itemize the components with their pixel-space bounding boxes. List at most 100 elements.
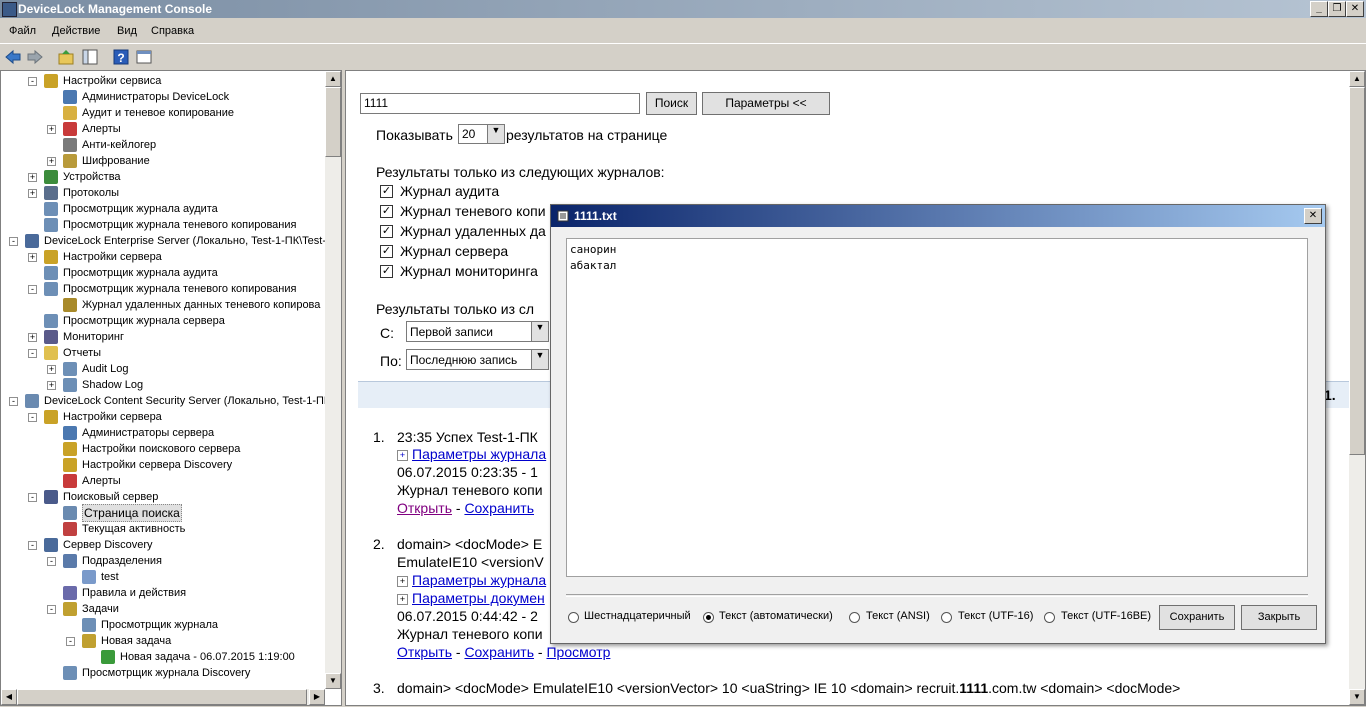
collapse-minus-icon[interactable]: - xyxy=(9,237,18,246)
expand-plus-icon[interactable]: + xyxy=(28,333,37,342)
collapse-minus-icon[interactable]: - xyxy=(28,77,37,86)
minimize-button[interactable]: _ xyxy=(1310,1,1328,17)
result-2-log-params[interactable]: + Параметры журнала xyxy=(397,572,546,588)
tree-item[interactable]: Просмотрщик журнала аудита xyxy=(1,201,326,217)
dialog-save-button[interactable]: Сохранить xyxy=(1159,605,1235,630)
search-button[interactable]: Поиск xyxy=(646,92,697,115)
page-scroll-up-button[interactable]: ▲ xyxy=(1349,71,1365,87)
to-select[interactable]: Последнюю запись ▼ xyxy=(406,349,549,370)
result-2-doc-params-link[interactable]: Параметры докумен xyxy=(412,590,545,606)
tree-scroll-down-button[interactable]: ▼ xyxy=(325,673,341,689)
expand-plus-icon[interactable]: + xyxy=(47,125,56,134)
tree-item[interactable]: - Настройки сервера xyxy=(1,409,326,425)
from-select[interactable]: Первой записи ▼ xyxy=(406,321,549,342)
expand-plus-icon[interactable]: + xyxy=(47,365,56,374)
tree-item[interactable]: - Настройки сервиса xyxy=(1,73,326,89)
tree-scroll-left-button[interactable]: ◀ xyxy=(1,689,17,705)
result-2-view-link[interactable]: Просмотр xyxy=(546,644,610,660)
monitoring-log-checkbox[interactable]: ✓ xyxy=(380,265,393,278)
show-tree-icon[interactable] xyxy=(81,48,99,66)
tree-item[interactable]: Просмотрщик журнала теневого копирования xyxy=(1,217,326,233)
tree-item[interactable]: Администраторы DeviceLock xyxy=(1,89,326,105)
results-per-page-select[interactable]: 20 ▼ xyxy=(458,124,505,144)
tree-vertical-scrollbar[interactable]: ▲ ▼ xyxy=(325,71,341,689)
tree-item[interactable]: - Сервер Discovery xyxy=(1,537,326,553)
deleted-shadow-log-checkbox[interactable]: ✓ xyxy=(380,225,393,238)
tree-item[interactable]: + Устройства xyxy=(1,169,326,185)
collapse-minus-icon[interactable]: - xyxy=(47,605,56,614)
collapse-minus-icon[interactable]: - xyxy=(28,493,37,502)
tree-item[interactable]: + Shadow Log xyxy=(1,377,326,393)
tree-item[interactable]: Администраторы сервера xyxy=(1,425,326,441)
tree-item[interactable]: - DeviceLock Enterprise Server (Локально,… xyxy=(1,233,326,249)
tree-item[interactable]: test xyxy=(1,569,326,585)
result-1-save-link[interactable]: Сохранить xyxy=(464,500,534,516)
tree-item[interactable]: Страница поиска xyxy=(1,504,326,522)
audit-log-checkbox[interactable]: ✓ xyxy=(380,185,393,198)
expand-plus-icon[interactable]: + xyxy=(28,189,37,198)
result-1-log-params[interactable]: + Параметры журнала xyxy=(397,446,546,462)
restore-button[interactable]: ❐ xyxy=(1328,1,1346,17)
result-2-save-link[interactable]: Сохранить xyxy=(464,644,534,660)
tree-item[interactable]: Просмотрщик журнала сервера xyxy=(1,313,326,329)
expand-plus-icon[interactable]: + xyxy=(47,381,56,390)
collapse-minus-icon[interactable]: - xyxy=(47,557,56,566)
search-query-input[interactable]: 1111 xyxy=(360,93,640,114)
tree-item[interactable]: + Мониторинг xyxy=(1,329,326,345)
shadow-log-checkbox[interactable]: ✓ xyxy=(380,205,393,218)
tree-item[interactable]: Настройки сервера Discovery xyxy=(1,457,326,473)
result-1-log-params-link[interactable]: Параметры журнала xyxy=(412,446,546,462)
collapse-minus-icon[interactable]: - xyxy=(9,397,18,406)
menu-view[interactable]: Вид xyxy=(117,25,137,37)
radio-text-utf16[interactable] xyxy=(941,612,952,623)
collapse-minus-icon[interactable]: - xyxy=(66,637,75,646)
parameters-toggle-button[interactable]: Параметры << xyxy=(702,92,830,115)
tree-horizontal-scrollbar[interactable]: ◀ ▶ xyxy=(1,689,325,705)
radio-text-utf16be[interactable] xyxy=(1044,612,1055,623)
help-icon[interactable]: ? xyxy=(112,48,130,66)
expand-plus-icon[interactable]: + xyxy=(28,253,37,262)
radio-hex[interactable] xyxy=(568,612,579,623)
tree-scroll-up-button[interactable]: ▲ xyxy=(325,71,341,87)
tree-item[interactable]: Журнал удаленных данных теневого копиров… xyxy=(1,297,326,313)
dialog-close-button[interactable]: ✕ xyxy=(1304,208,1322,224)
tree-item[interactable]: Новая задача - 06.07.2015 1:19:00 xyxy=(1,649,326,665)
expand-plus-icon[interactable]: + xyxy=(28,173,37,182)
tree-item[interactable]: + Алерты xyxy=(1,121,326,137)
tree-item[interactable]: - Новая задача xyxy=(1,633,326,649)
file-content-textarea[interactable]: санорин абактал xyxy=(566,238,1308,577)
server-log-checkbox[interactable]: ✓ xyxy=(380,245,393,258)
tree-item[interactable]: + Audit Log xyxy=(1,361,326,377)
properties-icon[interactable] xyxy=(135,48,153,66)
tree-item[interactable]: - Поисковый сервер xyxy=(1,489,326,505)
collapse-minus-icon[interactable]: - xyxy=(28,285,37,294)
result-1-open-link[interactable]: Открыть xyxy=(397,500,452,516)
tree-item[interactable]: Анти-кейлогер xyxy=(1,137,326,153)
tree-item[interactable]: + Шифрование xyxy=(1,153,326,169)
result-2-open-link[interactable]: Открыть xyxy=(397,644,452,660)
collapse-minus-icon[interactable]: - xyxy=(28,349,37,358)
tree-item[interactable]: Просмотрщик журнала xyxy=(1,617,326,633)
tree-item[interactable]: Настройки поискового сервера xyxy=(1,441,326,457)
tree-item[interactable]: + Протоколы xyxy=(1,185,326,201)
tree-item[interactable]: Просмотрщик журнала аудита xyxy=(1,265,326,281)
tree-scroll-right-button[interactable]: ▶ xyxy=(309,689,325,705)
tree-item[interactable]: + Настройки сервера xyxy=(1,249,326,265)
tree-item[interactable]: Текущая активность xyxy=(1,521,326,537)
menu-help[interactable]: Справка xyxy=(151,25,194,37)
page-scroll-down-button[interactable]: ▼ xyxy=(1349,689,1365,705)
back-arrow-icon[interactable] xyxy=(4,48,22,66)
collapse-minus-icon[interactable]: - xyxy=(28,413,37,422)
forward-arrow-icon[interactable] xyxy=(26,48,44,66)
folder-up-icon[interactable] xyxy=(57,48,75,66)
tree-hscroll-thumb[interactable] xyxy=(17,689,307,705)
dialog-close-text-button[interactable]: Закрыть xyxy=(1241,605,1317,630)
tree-scroll-thumb[interactable] xyxy=(325,87,341,157)
tree-item[interactable]: Алерты xyxy=(1,473,326,489)
menu-file[interactable]: Файл xyxy=(9,25,36,37)
tree-item[interactable]: - Задачи xyxy=(1,601,326,617)
radio-text-ansi[interactable] xyxy=(849,612,860,623)
radio-text-auto[interactable] xyxy=(703,612,714,623)
result-2-log-params-link[interactable]: Параметры журнала xyxy=(412,572,546,588)
menu-action[interactable]: Действие xyxy=(52,25,100,37)
